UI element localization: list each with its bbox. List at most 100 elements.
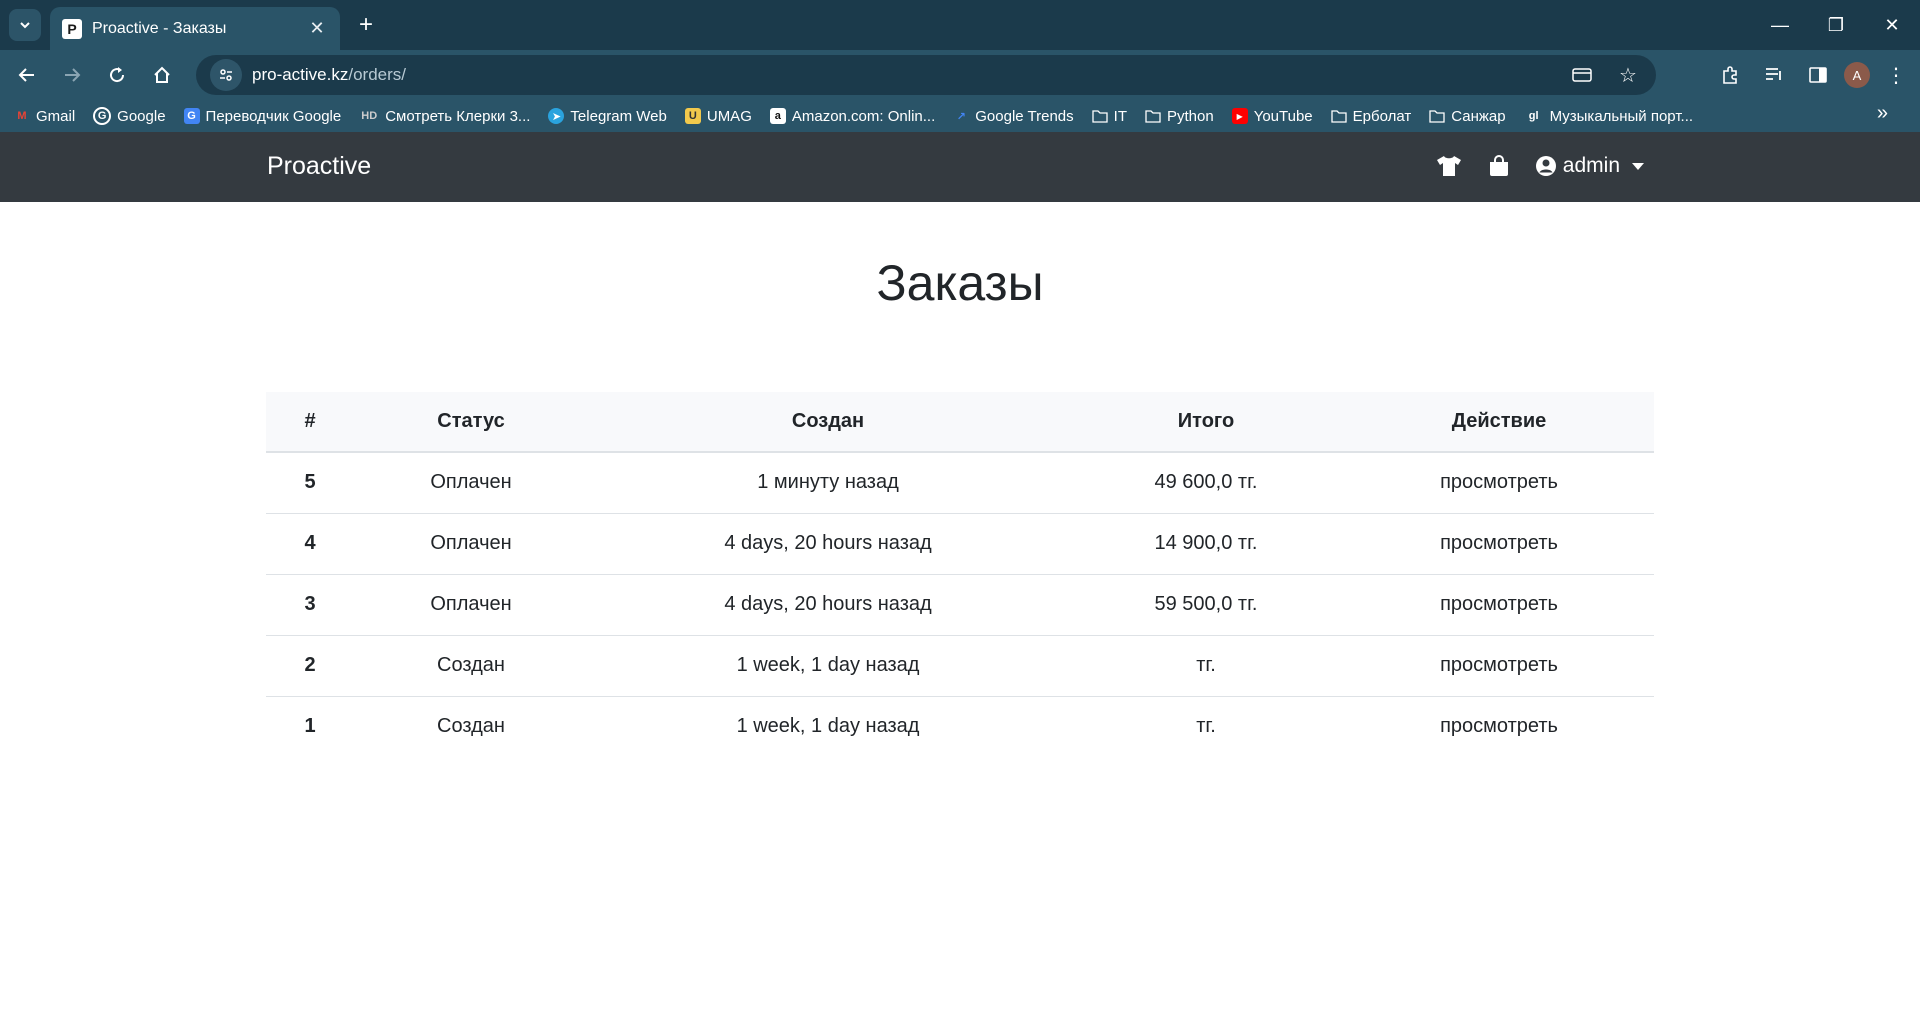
- address-bar[interactable]: pro-active.kz/orders/ ☆: [196, 55, 1656, 95]
- hd-icon: HD: [361, 110, 378, 122]
- bookmark-google[interactable]: G Google: [93, 107, 166, 125]
- bookmark-label: Telegram Web: [570, 107, 667, 125]
- order-status: Оплачен: [354, 574, 588, 636]
- view-order-link[interactable]: просмотреть: [1440, 532, 1558, 554]
- bookmark-label: Ерболат: [1352, 107, 1412, 125]
- bookmark-folder-erbolat[interactable]: Ерболат: [1331, 107, 1412, 125]
- bookmark-translate[interactable]: G Переводчик Google: [183, 108, 341, 125]
- shopping-bag-icon[interactable]: [1485, 152, 1513, 180]
- site-brand[interactable]: Proactive: [267, 152, 371, 181]
- order-id: 3: [266, 574, 354, 636]
- order-total: тг.: [1068, 635, 1344, 697]
- table-row: 1 Создан 1 week, 1 day назад тг. просмот…: [266, 696, 1654, 757]
- bookmark-label: Смотреть Клерки 3...: [385, 107, 531, 125]
- restore-icon[interactable]: ❐: [1808, 0, 1864, 50]
- column-header-created: Создан: [588, 392, 1068, 453]
- bookmark-music-portal[interactable]: gl Музыкальный порт...: [1524, 108, 1693, 125]
- bookmark-label: Gmail: [36, 107, 76, 125]
- profile-avatar[interactable]: A: [1844, 62, 1870, 88]
- bookmark-folder-sanzhar[interactable]: Санжар: [1429, 108, 1506, 125]
- view-order-link[interactable]: просмотреть: [1440, 715, 1558, 737]
- close-window-icon[interactable]: ✕: [1864, 0, 1920, 50]
- media-control-icon[interactable]: [1756, 57, 1792, 93]
- order-created: 4 days, 20 hours назад: [588, 574, 1068, 636]
- reload-icon[interactable]: [99, 57, 135, 93]
- table-row: 5 Оплачен 1 минуту назад 49 600,0 тг. пр…: [266, 452, 1654, 514]
- order-total: 59 500,0 тг.: [1068, 574, 1344, 636]
- browser-tab-active[interactable]: P Proactive - Заказы ✕: [50, 7, 340, 50]
- table-row: 2 Создан 1 week, 1 day назад тг. просмот…: [266, 635, 1654, 697]
- order-created: 4 days, 20 hours назад: [588, 513, 1068, 575]
- proactive-favicon-icon: P: [62, 18, 82, 39]
- column-header-total: Итого: [1068, 392, 1344, 453]
- order-id: 5: [266, 452, 354, 514]
- page-title: Заказы: [876, 255, 1044, 311]
- tshirt-icon[interactable]: [1435, 152, 1463, 180]
- bookmark-label: Google Trends: [975, 107, 1074, 125]
- telegram-icon: ➤: [548, 108, 565, 124]
- order-action-cell: просмотреть: [1344, 635, 1654, 697]
- bookmark-gmail[interactable]: M Gmail: [14, 108, 75, 125]
- column-header-status: Статус: [354, 392, 588, 453]
- browser-menu-icon[interactable]: ⋮: [1878, 57, 1914, 93]
- order-total: 14 900,0 тг.: [1068, 513, 1344, 575]
- order-action-cell: просмотреть: [1344, 696, 1654, 757]
- bookmark-label: Amazon.com: Onlin...: [791, 107, 936, 125]
- bookmark-youtube[interactable]: ▶ YouTube: [1231, 108, 1313, 125]
- more-bookmarks-icon[interactable]: »: [1877, 102, 1888, 125]
- view-order-link[interactable]: просмотреть: [1440, 654, 1558, 676]
- order-status: Создан: [354, 635, 588, 697]
- browser-toolbar: pro-active.kz/orders/ ☆ A ⋮: [0, 50, 1920, 100]
- order-status: Оплачен: [354, 452, 588, 514]
- bookmark-folder-it[interactable]: IT: [1092, 108, 1127, 125]
- bookmark-label: Google: [117, 107, 166, 125]
- minimize-icon[interactable]: —: [1752, 0, 1808, 50]
- order-action-cell: просмотреть: [1344, 452, 1654, 514]
- browser-tabstrip: P Proactive - Заказы ✕ + — ❐ ✕: [0, 0, 1920, 50]
- tab-close-icon[interactable]: ✕: [306, 18, 328, 40]
- tab-search-button[interactable]: [9, 9, 41, 41]
- chevron-down-icon: [20, 22, 30, 29]
- url-domain: pro-active.kz: [252, 65, 349, 84]
- user-menu-dropdown[interactable]: admin: [1535, 154, 1644, 178]
- gl-icon: gl: [1528, 110, 1539, 122]
- column-header-id: #: [266, 392, 354, 453]
- bookmark-star-icon[interactable]: ☆: [1612, 59, 1644, 91]
- bookmark-label: Python: [1167, 107, 1214, 125]
- bookmark-google-trends[interactable]: ↗ Google Trends: [953, 107, 1074, 125]
- order-action-cell: просмотреть: [1344, 574, 1654, 636]
- bookmark-amazon[interactable]: a Amazon.com: Onlin...: [769, 107, 936, 125]
- umag-icon: U: [684, 108, 701, 124]
- table-row: 3 Оплачен 4 days, 20 hours назад 59 500,…: [266, 574, 1654, 636]
- table-row: 4 Оплачен 4 days, 20 hours назад 14 900,…: [266, 513, 1654, 575]
- user-circle-icon: [1535, 156, 1556, 176]
- caret-down-icon: [1632, 162, 1644, 170]
- card-icon[interactable]: [1566, 59, 1598, 91]
- amazon-icon: a: [769, 108, 786, 124]
- bookmark-label: Музыкальный порт...: [1549, 107, 1694, 125]
- google-icon: G: [93, 107, 112, 125]
- site-info-icon[interactable]: [210, 59, 242, 91]
- bookmark-klerki[interactable]: HD Смотреть Клерки 3...: [359, 108, 530, 125]
- bookmark-telegram[interactable]: ➤ Telegram Web: [548, 107, 667, 125]
- folder-icon: [1145, 108, 1161, 124]
- order-total: тг.: [1196, 715, 1216, 738]
- translate-icon: G: [183, 108, 200, 124]
- bookmark-label: UMAG: [706, 107, 752, 125]
- bookmark-umag[interactable]: U UMAG: [684, 107, 752, 125]
- orders-table: # Статус Создан Итого Действие 5 Оплачен…: [266, 392, 1654, 757]
- site-navbar: Proactive admin: [0, 132, 1920, 202]
- order-created: 1 минуту назад: [588, 452, 1068, 514]
- back-icon[interactable]: [9, 57, 45, 93]
- new-tab-button[interactable]: +: [352, 11, 380, 39]
- forward-icon[interactable]: [54, 57, 90, 93]
- window-controls: — ❐ ✕: [1752, 0, 1920, 50]
- side-panel-icon[interactable]: [1800, 57, 1836, 93]
- view-order-link[interactable]: просмотреть: [1440, 593, 1558, 615]
- bookmark-folder-python[interactable]: Python: [1145, 108, 1214, 125]
- youtube-icon: ▶: [1231, 108, 1248, 124]
- extensions-icon[interactable]: [1712, 57, 1748, 93]
- view-order-link[interactable]: просмотреть: [1440, 471, 1558, 493]
- home-icon[interactable]: [144, 57, 180, 93]
- folder-icon: [1429, 108, 1445, 124]
